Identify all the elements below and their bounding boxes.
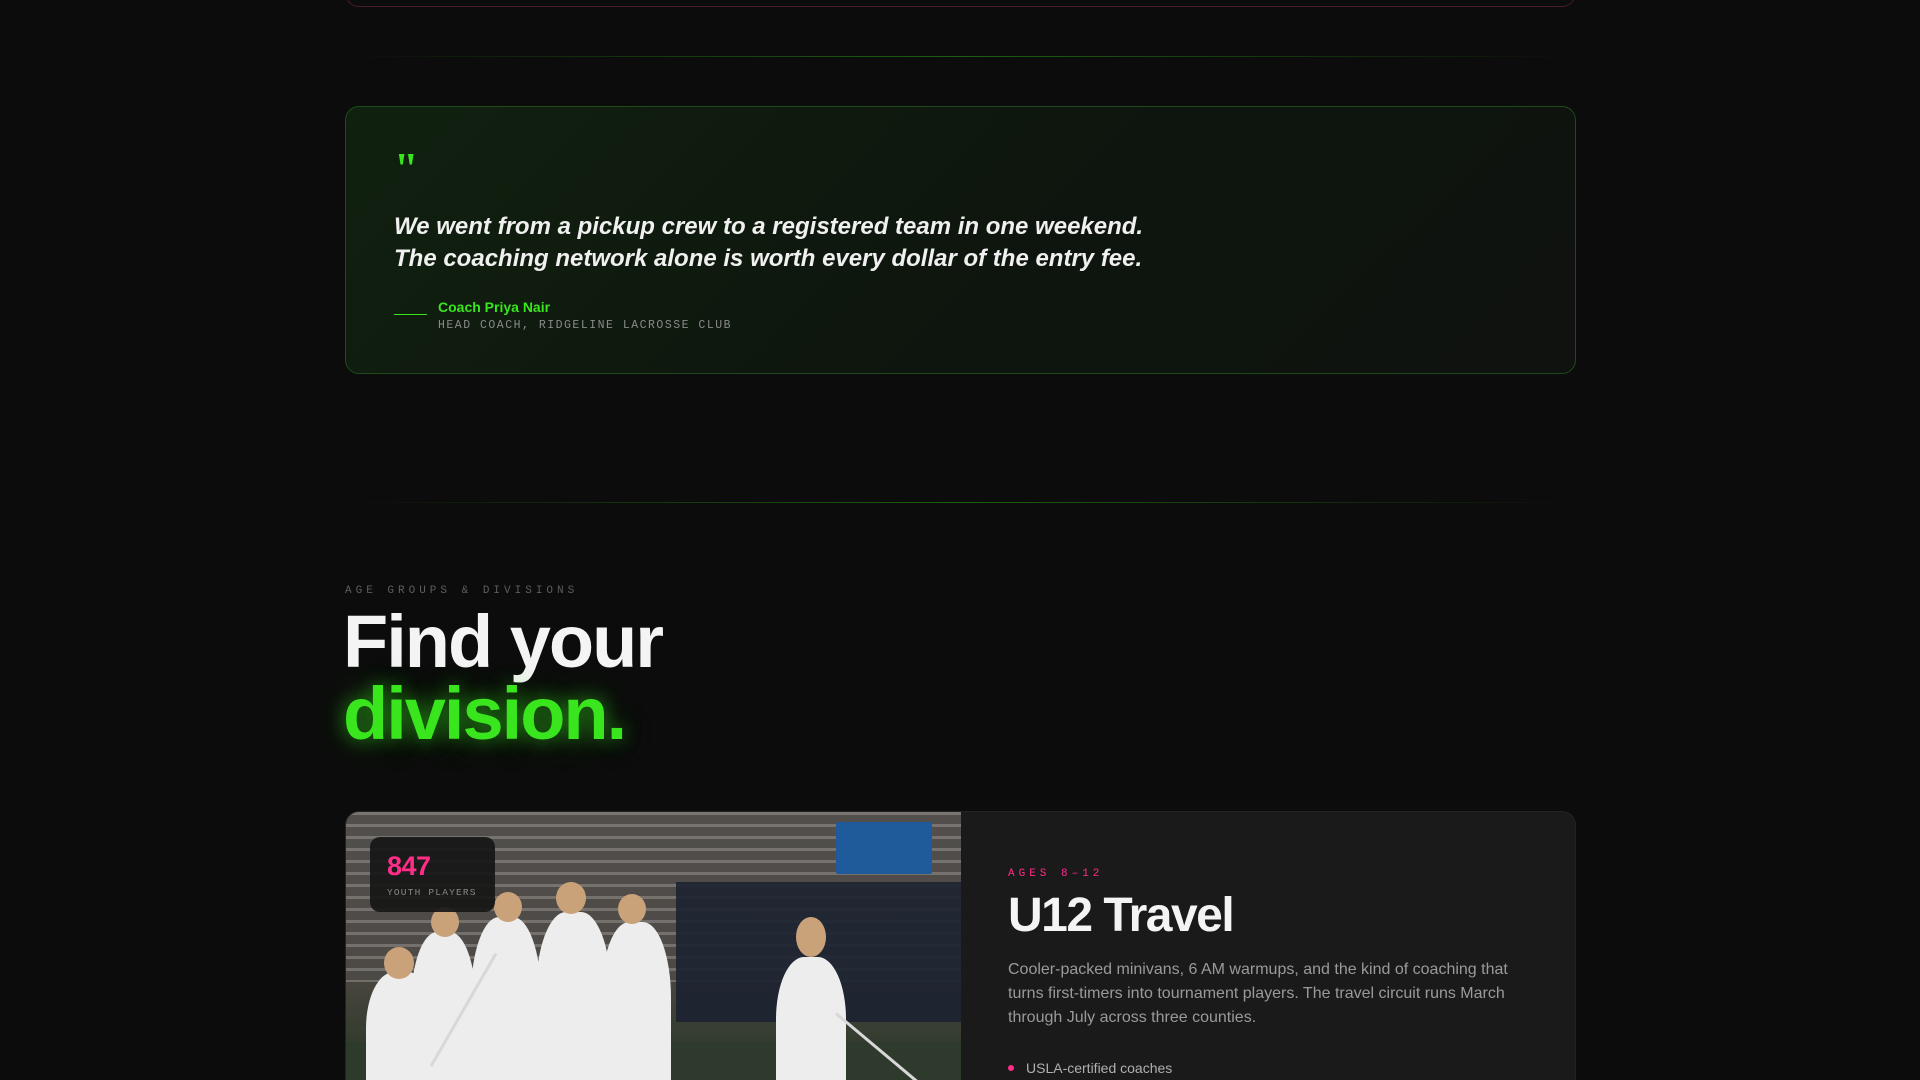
division-info: AGES 8–12 U12 Travel Cooler-packed miniv…	[1008, 812, 1548, 1080]
testimonial-author: Coach Priya Nair	[438, 299, 551, 315]
testimonial-role: HEAD COACH, RIDGELINE LACROSSE CLUB	[438, 319, 733, 332]
section-heading: Find your division.	[343, 600, 664, 755]
heading-line-2: division.	[343, 672, 627, 755]
quote-line: The coaching network alone is worth ever…	[394, 245, 1143, 272]
division-description: Cooler-packed minivans, 6 AM warmups, an…	[1008, 961, 1508, 1026]
page: " We went from a pickup crew to a regist…	[0, 0, 1920, 1080]
division-age-range: AGES 8–12	[1008, 868, 1104, 880]
division-card[interactable]: 847 YOUTH PLAYERS AGES 8–12 U12 Travel C…	[345, 811, 1576, 1080]
division-photo: 847 YOUTH PLAYERS	[346, 812, 961, 1080]
player-count-value: 847	[387, 851, 431, 881]
section-divider	[345, 56, 1576, 57]
quote-line: We went from a pickup crew to a register…	[394, 213, 1144, 240]
player-count-label: YOUTH PLAYERS	[387, 887, 477, 898]
photo-banner	[836, 822, 932, 874]
photo-player	[776, 957, 846, 1080]
photo-player-head	[618, 894, 646, 924]
feature-label: USLA-certified coaches	[1026, 1060, 1173, 1076]
attribution-rule	[394, 314, 427, 315]
photo-player	[536, 912, 611, 1080]
testimonial-card: " We went from a pickup crew to a regist…	[345, 106, 1576, 374]
previous-card-edge	[345, 0, 1576, 7]
photo-player	[471, 917, 541, 1080]
testimonial-quote: We went from a pickup crew to a register…	[394, 211, 1294, 275]
player-count-badge: 847 YOUTH PLAYERS	[370, 837, 495, 912]
photo-player-head	[796, 917, 826, 957]
feature-item: USLA-certified coaches	[1008, 1060, 1172, 1076]
quote-icon: "	[394, 144, 419, 193]
section-divider	[345, 502, 1576, 503]
division-title: U12 Travel	[1008, 889, 1235, 942]
bullet-icon	[1008, 1065, 1014, 1071]
division-features: USLA-certified coaches	[1008, 1060, 1172, 1076]
photo-player	[601, 922, 671, 1080]
photo-player-head	[384, 947, 414, 979]
photo-player-head	[494, 892, 522, 922]
heading-line-1: Find your	[343, 600, 664, 683]
photo-player-head	[556, 882, 586, 914]
section-eyebrow: AGE GROUPS & DIVISIONS	[345, 585, 579, 597]
